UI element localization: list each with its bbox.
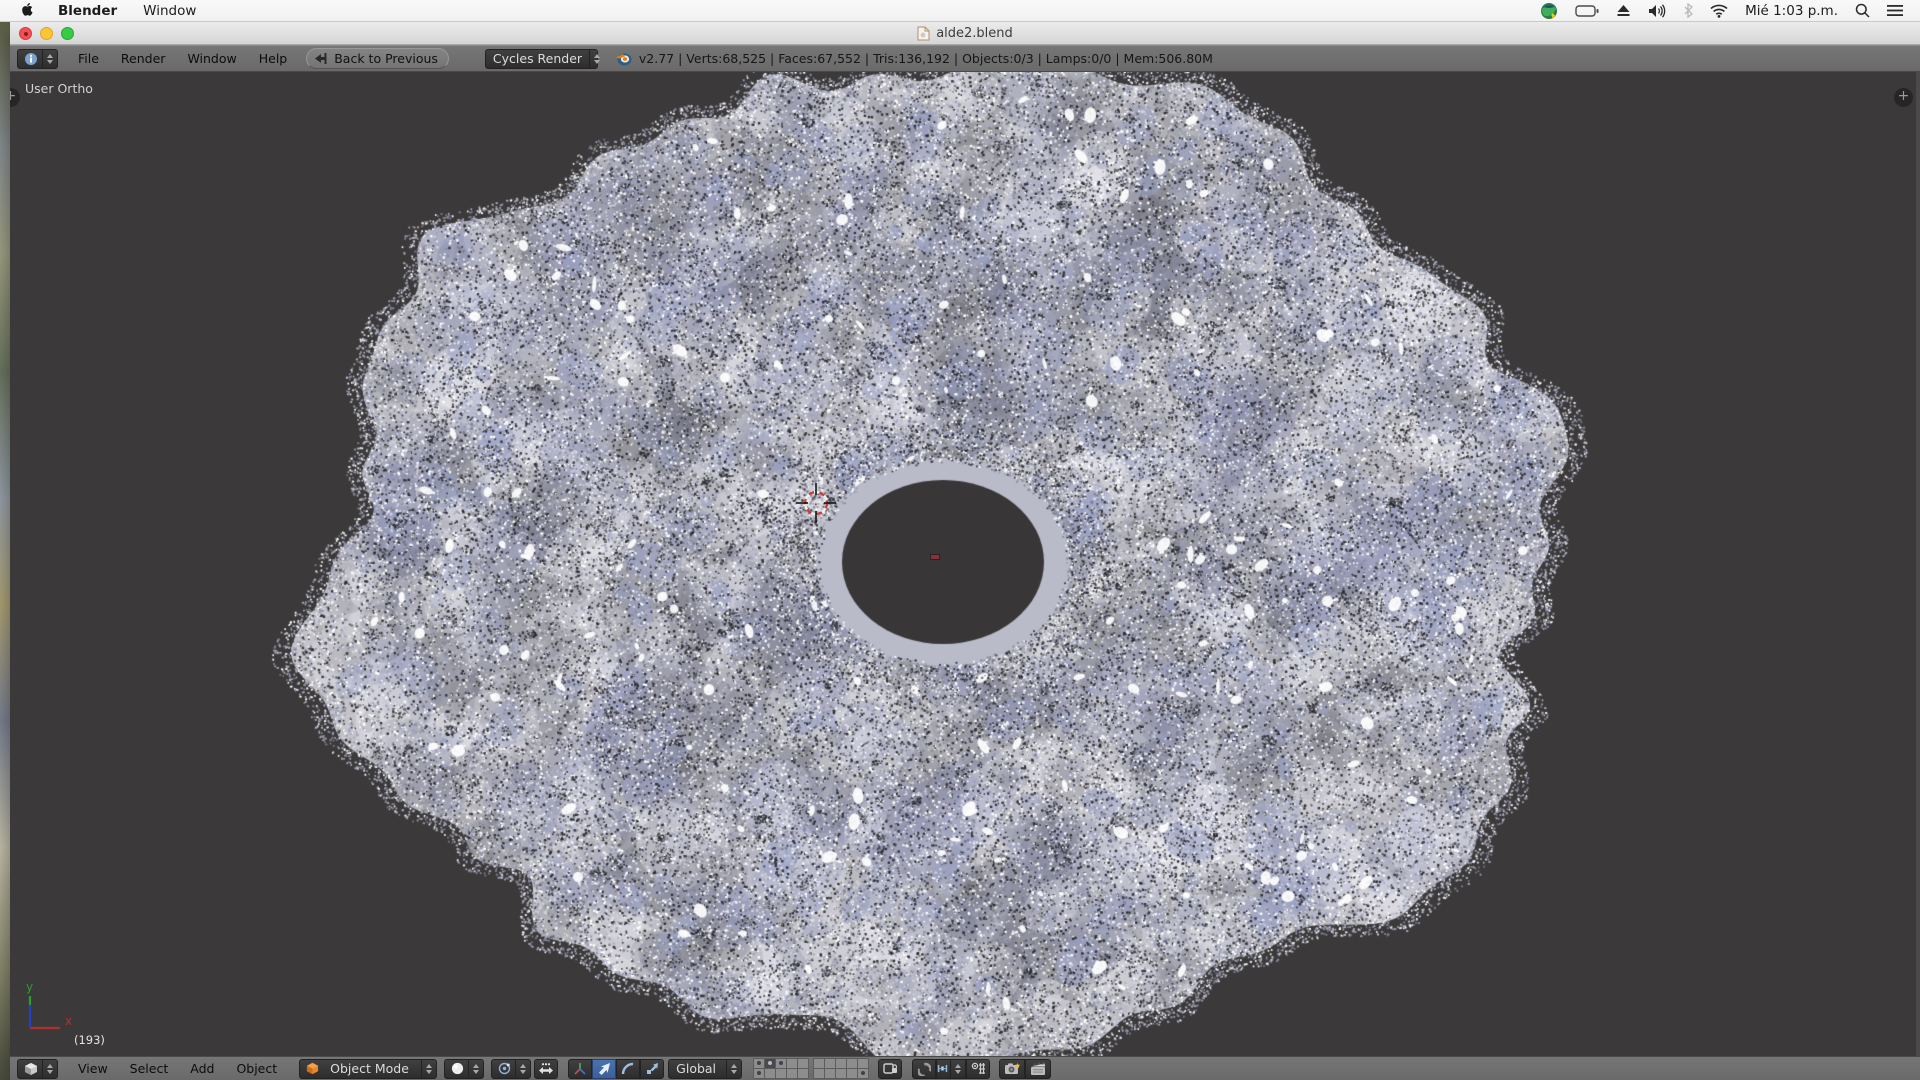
viewport-3d: User Ortho + + x y (193): [10, 72, 1920, 1056]
scale-arrow-icon: [645, 1062, 659, 1076]
frame-number-label: (193): [74, 1033, 105, 1047]
menu-render[interactable]: Render: [110, 51, 177, 66]
grid-snap-icon: [971, 1062, 986, 1076]
engine-stepper[interactable]: [589, 50, 604, 68]
search-icon[interactable]: [1855, 3, 1870, 18]
layer-group[interactable]: [754, 1059, 809, 1079]
layers-widget[interactable]: [754, 1059, 869, 1079]
window-titlebar[interactable]: alde2.blend: [10, 22, 1920, 45]
list-icon[interactable]: [1887, 4, 1904, 17]
viewport-shading-dropdown[interactable]: [444, 1059, 484, 1079]
manipulator-axes-button[interactable]: [568, 1059, 592, 1079]
menu-add[interactable]: Add: [179, 1061, 225, 1076]
menubar-window-menu[interactable]: Window: [143, 3, 196, 19]
scene-lock-button[interactable]: [878, 1059, 902, 1079]
viewport-canvas[interactable]: [10, 72, 1920, 1056]
battery-icon: [1575, 5, 1599, 17]
clapperboard-icon: [1030, 1062, 1047, 1076]
shading-stepper[interactable]: [468, 1060, 483, 1078]
back-to-previous-button[interactable]: Back to Previous: [306, 48, 449, 69]
opengl-render-animation-button[interactable]: [1025, 1059, 1051, 1079]
render-engine-dropdown[interactable]: Cycles Render: [485, 49, 598, 69]
snap-toggle-button[interactable]: [912, 1059, 936, 1079]
region-edge: [1916, 72, 1920, 1056]
window-title: alde2.blend: [936, 26, 1013, 41]
globe-icon[interactable]: [1540, 2, 1558, 20]
pivot-icon: [492, 1062, 515, 1075]
svg-text:y: y: [26, 980, 33, 994]
menu-view[interactable]: View: [67, 1061, 119, 1076]
properties-expand-icon[interactable]: +: [1894, 88, 1913, 107]
snap-stepper[interactable]: [950, 1060, 965, 1078]
volume-icon[interactable]: [1648, 4, 1667, 18]
opengl-render-image-button[interactable]: [999, 1059, 1025, 1079]
translate-manipulator-button[interactable]: [592, 1059, 616, 1079]
bluetooth-icon[interactable]: [1684, 3, 1693, 18]
close-button[interactable]: [19, 27, 32, 40]
minimize-button[interactable]: [40, 27, 53, 40]
snap-increment-icon: [937, 1062, 948, 1075]
back-arrow-icon: [314, 52, 329, 65]
snap-element-dropdown[interactable]: [936, 1059, 966, 1079]
macos-menubar: Blender Window Mié 1:03 p.m.: [0, 0, 1920, 22]
stats-text: v2.77 | Verts:68,525 | Faces:67,552 | Tr…: [639, 51, 1213, 66]
menu-object[interactable]: Object: [225, 1061, 288, 1076]
menu-file[interactable]: File: [67, 51, 110, 66]
transform-orientation-dropdown[interactable]: Global: [668, 1059, 742, 1079]
info-header: File Render Window Help Back to Previous…: [10, 45, 1920, 72]
svg-text:x: x: [65, 1014, 72, 1028]
eject-icon[interactable]: [1616, 4, 1631, 17]
object-mode-cube-icon: [300, 1062, 323, 1075]
viewport-header: View Select Add Object Object Mode: [10, 1056, 1920, 1080]
apple-menu[interactable]: [22, 3, 36, 19]
layer-group[interactable]: [814, 1059, 869, 1079]
menu-help[interactable]: Help: [248, 51, 299, 66]
menubar-clock[interactable]: Mié 1:03 p.m.: [1745, 3, 1838, 19]
axes-tripod-icon: [573, 1062, 587, 1076]
wifi-icon[interactable]: [1710, 4, 1728, 18]
orientation-stepper[interactable]: [726, 1060, 741, 1078]
scale-manipulator-button[interactable]: [640, 1059, 664, 1079]
menu-window[interactable]: Window: [176, 51, 247, 66]
zoom-button[interactable]: [61, 27, 74, 40]
layer-cell[interactable]: [797, 1068, 809, 1079]
translate-arrow-icon: [597, 1062, 611, 1076]
manipulator-toggle-button[interactable]: [534, 1059, 558, 1079]
absolute-grid-snap-button[interactable]: [966, 1059, 990, 1079]
object-origin-marker[interactable]: [931, 555, 939, 559]
rotate-arc-icon: [621, 1062, 635, 1076]
menu-select[interactable]: Select: [119, 1061, 180, 1076]
blender-window: alde2.blend File Render Window Help Back…: [10, 22, 1920, 1080]
shading-sphere-icon: [445, 1062, 468, 1075]
editor-type-stepper-bottom[interactable]: [42, 1060, 57, 1078]
view-name-label: User Ortho: [25, 81, 93, 96]
manipulator-arrows-icon: [538, 1062, 554, 1076]
apple-icon: [22, 3, 36, 19]
document-icon: [917, 26, 930, 41]
editor-type-selector-3dview[interactable]: [17, 1059, 58, 1079]
mode-dropdown[interactable]: Object Mode: [299, 1059, 437, 1079]
layer-cell[interactable]: [857, 1068, 869, 1079]
cube-editor-icon: [18, 1062, 42, 1076]
editor-type-stepper[interactable]: [42, 50, 57, 68]
pivot-point-dropdown[interactable]: [491, 1059, 531, 1079]
info-icon: [18, 52, 42, 66]
scene-statistics: v2.77 | Verts:68,525 | Faces:67,552 | Tr…: [615, 51, 1213, 66]
lock-icon: [883, 1062, 898, 1076]
rotate-manipulator-button[interactable]: [616, 1059, 640, 1079]
pivot-stepper[interactable]: [515, 1060, 530, 1078]
blender-logo-icon: [615, 51, 632, 66]
desktop-wallpaper-strip: [0, 22, 10, 1080]
magnet-icon: [918, 1062, 931, 1076]
camera-render-icon: [1004, 1062, 1021, 1076]
menubar-app-name[interactable]: Blender: [58, 3, 117, 19]
cursor-3d-icon: [784, 471, 848, 535]
mode-stepper[interactable]: [421, 1060, 436, 1078]
editor-type-selector-info[interactable]: [17, 49, 58, 69]
